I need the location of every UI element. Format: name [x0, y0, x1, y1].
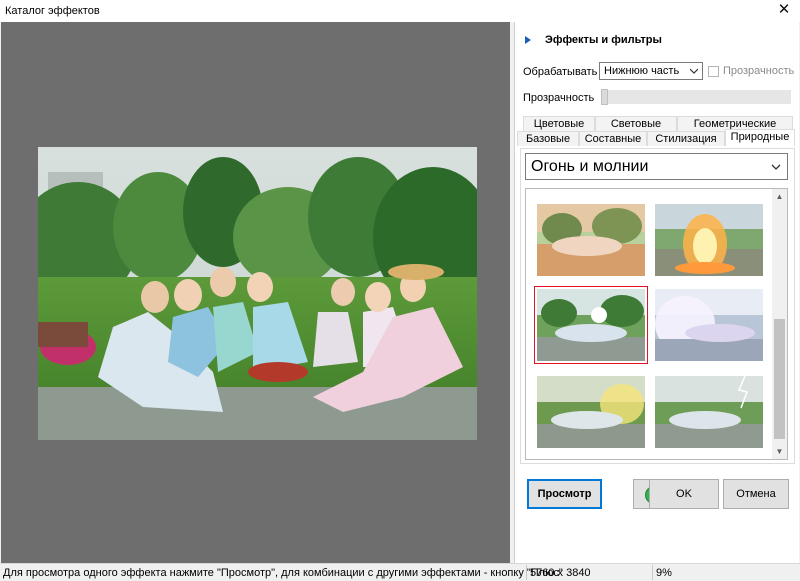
tab-stylization[interactable]: Стилизация [647, 131, 725, 146]
status-divider [526, 565, 527, 580]
status-bar: Для просмотра одного эффекта нажмите "Пр… [0, 563, 800, 581]
effect-thumbnail[interactable] [537, 204, 645, 276]
effect-thumbnail[interactable] [655, 204, 763, 276]
cancel-button[interactable]: Отмена [723, 479, 789, 509]
section-header[interactable]: Эффекты и фильтры [523, 32, 662, 48]
section-heading: Эффекты и фильтры [545, 34, 662, 46]
thumbnail-scrollbar[interactable]: ▲ ▼ [772, 189, 787, 459]
ok-button[interactable]: OK [649, 479, 719, 509]
zoom-level: 9% [656, 567, 672, 579]
tab-color[interactable]: Цветовые [523, 116, 595, 131]
arrow-right-icon [525, 36, 531, 44]
transparency-checkbox-group[interactable]: Прозрачность [708, 65, 794, 77]
transparency-slider-label: Прозрачность [523, 92, 595, 104]
transparency-checkbox-label: Прозрачность [723, 65, 795, 77]
effect-thumbnail-selected[interactable] [534, 286, 648, 364]
tab-composite[interactable]: Составные [579, 131, 647, 146]
process-area-value: Нижнюю часть [604, 65, 680, 77]
transparency-slider-track[interactable] [601, 90, 791, 104]
effect-thumbnail[interactable] [537, 376, 645, 448]
tab-light[interactable]: Световые [595, 116, 677, 131]
chevron-down-icon [690, 68, 698, 74]
close-icon[interactable]: ✕ [776, 2, 792, 18]
scroll-up-icon[interactable]: ▲ [772, 189, 787, 204]
effect-thumbnail[interactable] [655, 376, 763, 448]
image-dimensions: 5760 x 3840 [530, 567, 591, 579]
scrollbar-handle[interactable] [774, 319, 785, 439]
tab-basic[interactable]: Базовые [517, 131, 579, 146]
title-bar: Каталог эффектов ✕ [0, 0, 800, 22]
window-title: Каталог эффектов [5, 5, 100, 17]
effects-thumbnail-grid: ▲ ▼ [525, 188, 788, 460]
image-preview-area [1, 22, 510, 563]
transparency-checkbox[interactable] [708, 65, 719, 77]
effects-catalog-window: Каталог эффектов ✕ Эффекты и фильтры Обр… [0, 0, 800, 581]
chevron-down-icon [771, 164, 781, 170]
status-hint: Для просмотра одного эффекта нажмите "Пр… [3, 567, 563, 579]
category-value: Огонь и молнии [531, 158, 649, 175]
tab-natural[interactable]: Природные [725, 129, 795, 146]
status-divider [652, 565, 653, 580]
transparency-slider-thumb[interactable] [601, 89, 608, 105]
preview-button[interactable]: Просмотр [527, 479, 602, 509]
category-select[interactable]: Огонь и молнии [525, 153, 788, 180]
effects-panel: Эффекты и фильтры Обрабатывать Нижнюю ча… [514, 22, 799, 563]
preview-photo [38, 147, 477, 440]
effect-thumbnail[interactable] [655, 289, 763, 361]
process-label: Обрабатывать [523, 66, 598, 78]
scroll-down-icon[interactable]: ▼ [772, 444, 787, 459]
process-area-select[interactable]: Нижнюю часть [599, 62, 703, 80]
